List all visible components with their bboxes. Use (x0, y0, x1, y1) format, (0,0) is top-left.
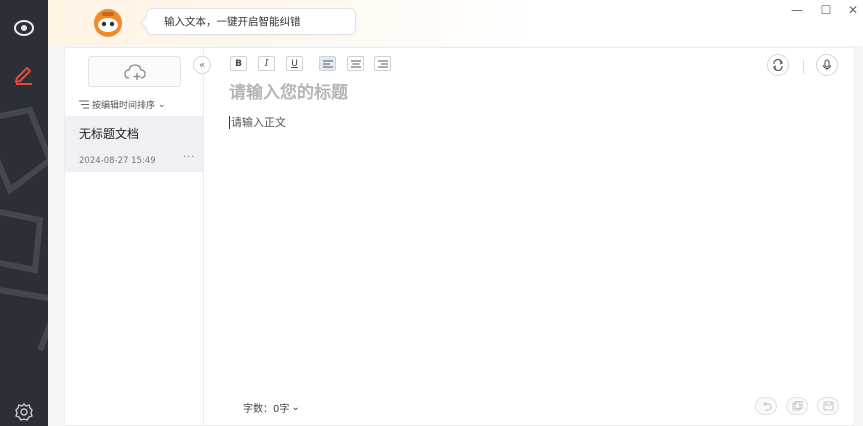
new-document-button[interactable] (88, 56, 181, 87)
sort-label: 按编辑时间排序 (92, 101, 156, 111)
copy-icon (791, 401, 803, 411)
maximize-button[interactable]: ☐ (818, 2, 834, 18)
document-list-item[interactable]: 无标题文档 2024-08-27 15:49 ··· (65, 116, 203, 172)
toolbar-divider (803, 60, 804, 74)
left-rail (0, 0, 48, 426)
underline-button[interactable]: U (286, 56, 303, 71)
voice-input-button[interactable] (816, 54, 838, 76)
edit-pen-icon[interactable] (8, 58, 40, 90)
title-input[interactable] (229, 81, 789, 105)
eye-icon[interactable] (8, 12, 40, 44)
collapse-sidebar-button[interactable]: « (193, 56, 211, 74)
background-decoration (0, 106, 48, 352)
save-button[interactable] (817, 397, 839, 415)
save-icon (822, 401, 834, 411)
word-count-label: 字数：0字 (243, 404, 290, 415)
text-cursor (229, 116, 230, 129)
document-list-panel: 按编辑时间排序 ⌄ 无标题文档 2024-08-27 15:49 ··· (65, 48, 204, 425)
minimize-button[interactable]: — (789, 2, 805, 18)
word-count-dropdown[interactable]: 字数：0字 ⌄ (243, 400, 300, 415)
hint-bubble: 输入文本，一键开启智能纠错 (146, 8, 356, 35)
bold-button[interactable]: B (230, 56, 247, 71)
refresh-icon (772, 59, 784, 71)
refresh-button[interactable] (767, 54, 789, 76)
align-right-button[interactable] (374, 56, 391, 71)
align-center-icon (350, 60, 361, 67)
close-button[interactable]: ✕ (845, 2, 861, 18)
undo-button[interactable] (755, 397, 777, 415)
undo-icon (762, 401, 772, 411)
sort-dropdown[interactable]: 按编辑时间排序 ⌄ (79, 98, 166, 111)
main-card: 按编辑时间排序 ⌄ 无标题文档 2024-08-27 15:49 ··· « B… (64, 47, 855, 426)
mascot-logo-icon (94, 9, 122, 37)
document-title: 无标题文档 (79, 127, 140, 141)
sort-list-icon (79, 100, 89, 109)
chevron-down-icon: ⌄ (291, 402, 300, 413)
microphone-icon (822, 59, 832, 70)
align-left-icon (322, 60, 333, 67)
italic-button[interactable]: I (258, 56, 275, 71)
align-right-icon (377, 60, 388, 67)
cloud-add-icon (123, 63, 146, 80)
align-center-button[interactable] (347, 56, 364, 71)
chevron-down-icon: ⌄ (158, 99, 166, 110)
align-left-button[interactable] (319, 56, 336, 71)
settings-gear-icon[interactable] (8, 396, 40, 426)
more-options-icon[interactable]: ··· (183, 152, 196, 163)
body-textarea[interactable] (229, 114, 829, 374)
document-time: 2024-08-27 15:49 (79, 156, 156, 166)
copy-button[interactable] (786, 397, 808, 415)
